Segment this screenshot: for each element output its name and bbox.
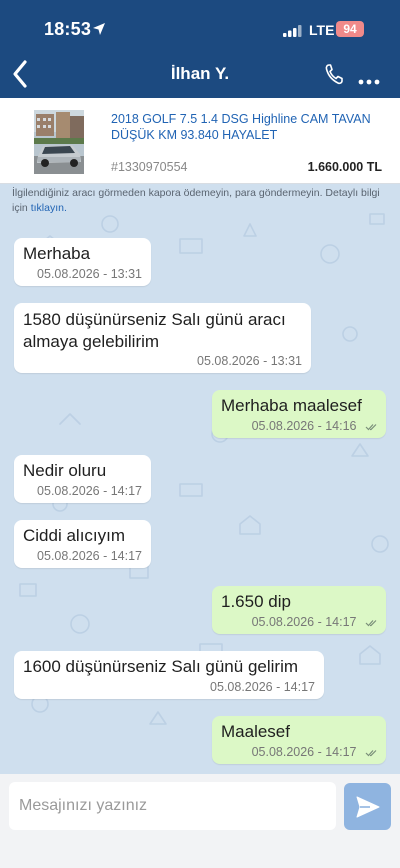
phone-icon[interactable] [324,63,344,90]
message-text: Merhaba maalesef [221,396,362,415]
message-time: 05.08.2026 - 14:17 [251,615,357,629]
message-bubble: Nedir oluru 05.08.2026 - 14:17 [14,455,151,503]
status-bar: 18:53 LTE 94 [0,0,400,56]
message-time: 05.08.2026 - 14:17 [37,484,142,498]
double-check-icon [365,749,377,757]
message-time-row: 05.08.2026 - 14:17 [252,615,377,629]
network-type: LTE [309,22,335,38]
message-time-row: 05.08.2026 - 14:16 [252,419,377,433]
warning-link[interactable]: tıklayın. [31,202,67,214]
message-bubble: Maalesef 05.08.2026 - 14:17 [212,716,386,764]
message-time: 05.08.2026 - 14:17 [37,549,142,563]
top-bar: 18:53 LTE 94 İlhan Y. [0,0,400,98]
more-icon[interactable] [358,72,380,90]
message-input-bar [0,774,400,868]
double-check-icon [365,423,377,431]
message-time: 05.08.2026 - 14:16 [251,419,357,433]
send-icon [356,796,380,818]
battery-icon: 94 [336,21,364,37]
message-input[interactable] [9,782,336,830]
message-bubble: 1580 düşünürseniz Salı günü aracı almaya… [14,303,311,373]
listing-thumbnail [34,110,84,174]
location-arrow-icon [92,22,106,41]
message-time: 05.08.2026 - 13:31 [197,354,302,368]
listing-price: 1.660.000 TL [307,160,382,174]
message-time: 05.08.2026 - 14:17 [251,745,357,759]
message-text: Merhaba [23,244,91,263]
double-check-icon [365,619,377,627]
message-bubble: Ciddi alıcıyım 05.08.2026 - 14:17 [14,520,151,568]
message-bubble: 1.650 dip 05.08.2026 - 14:17 [212,586,386,634]
listing-id: #1330970554 [111,160,188,174]
message-time-row: 05.08.2026 - 14:17 [252,745,377,759]
message-time: 05.08.2026 - 13:31 [37,267,142,281]
listing-title[interactable]: 2018 GOLF 7.5 1.4 DSG Highline CAM TAVAN… [111,111,391,143]
message-bubble: 1600 düşünürseniz Salı günü gelirim 05.0… [14,651,324,699]
message-text: 1.650 dip [221,592,291,611]
safety-warning: İlgilendiğiniz aracı görmeden kapora öde… [12,186,392,216]
message-bubble: Merhaba 05.08.2026 - 13:31 [14,238,151,286]
status-time: 18:53 [44,19,92,39]
message-text: Nedir oluru [23,461,107,480]
message-text: Maalesef [221,722,290,741]
message-bubble: Merhaba maalesef 05.08.2026 - 14:16 [212,390,386,438]
message-text: 1600 düşünürseniz Salı günü gelirim [23,657,299,676]
listing-card[interactable]: 2018 GOLF 7.5 1.4 DSG Highline CAM TAVAN… [0,98,400,184]
chat-nav: İlhan Y. [0,56,400,98]
signal-icon [283,24,303,42]
battery-level: 94 [343,22,357,36]
message-text: Ciddi alıcıyım [23,526,126,545]
send-button[interactable] [344,783,391,830]
warning-text: İlgilendiğiniz aracı görmeden kapora öde… [12,187,380,214]
message-time: 05.08.2026 - 14:17 [210,680,315,694]
message-text: 1580 düşünürseniz Salı günü aracı [23,310,286,329]
message-text: almaya gelebilirim [23,332,160,351]
